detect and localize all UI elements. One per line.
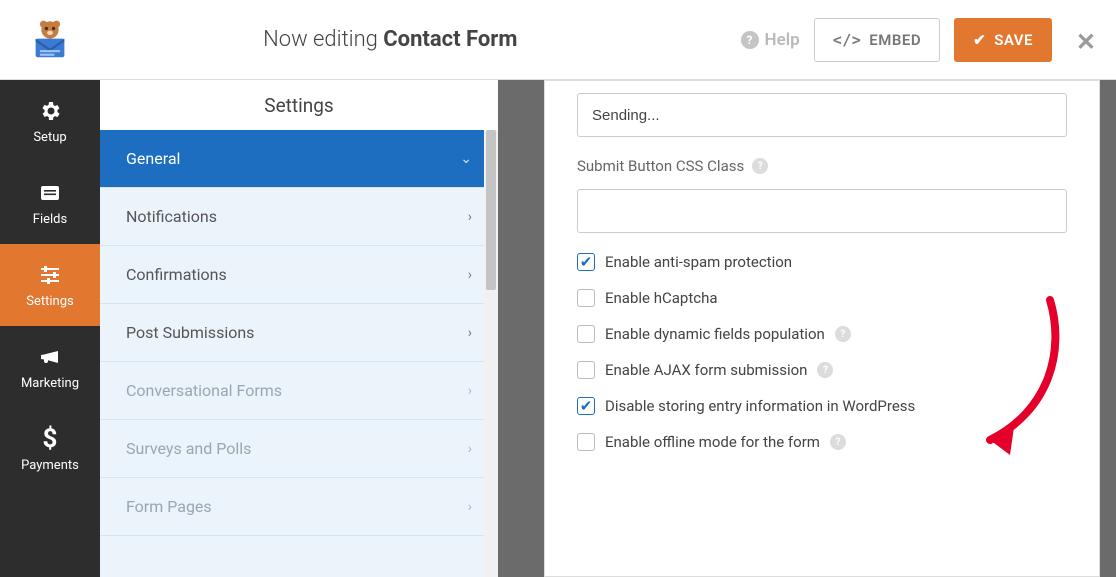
rail-fields-label: Fields bbox=[33, 212, 67, 227]
option-label: Enable AJAX form submission bbox=[605, 361, 807, 379]
option-label: Enable offline mode for the form bbox=[605, 433, 820, 451]
settings-sidebar: Settings General ⌄ Notifications › Confi… bbox=[100, 80, 498, 577]
help-icon: ? bbox=[741, 31, 759, 49]
embed-button-label: EMBED bbox=[869, 31, 921, 49]
rail-settings-label: Settings bbox=[26, 294, 73, 309]
settings-item-surveys-polls[interactable]: Surveys and Polls › bbox=[100, 420, 498, 478]
settings-sidebar-title: Settings bbox=[100, 80, 498, 130]
gear-icon bbox=[37, 98, 63, 124]
help-label: Help bbox=[765, 30, 800, 50]
option-enable-offline[interactable]: Enable offline mode for the form ? bbox=[577, 433, 1067, 451]
settings-item-general[interactable]: General ⌄ bbox=[100, 130, 498, 188]
chevron-down-icon: ⌄ bbox=[460, 151, 472, 167]
checkbox-icon[interactable]: ✔ bbox=[577, 397, 595, 415]
checkbox-icon[interactable] bbox=[577, 361, 595, 379]
list-icon bbox=[37, 180, 63, 206]
submit-css-class-label-row: Submit Button CSS Class ? bbox=[577, 157, 1067, 175]
option-label: Enable hCaptcha bbox=[605, 289, 718, 307]
now-editing-prefix: Now editing bbox=[263, 27, 378, 52]
dollar-icon: $ bbox=[37, 426, 63, 452]
option-enable-ajax[interactable]: Enable AJAX form submission ? bbox=[577, 361, 1067, 379]
settings-item-label: Form Pages bbox=[126, 497, 212, 516]
rail-marketing[interactable]: Marketing bbox=[0, 326, 100, 408]
chevron-right-icon: › bbox=[468, 325, 472, 341]
chevron-right-icon: › bbox=[468, 441, 472, 457]
option-disable-entry-storage[interactable]: ✔ Disable storing entry information in W… bbox=[577, 397, 1067, 415]
close-icon[interactable]: ✕ bbox=[1076, 28, 1096, 56]
settings-item-confirmations[interactable]: Confirmations › bbox=[100, 246, 498, 304]
help-link[interactable]: ? Help bbox=[741, 30, 800, 50]
save-button-label: SAVE bbox=[994, 31, 1033, 49]
rail-payments[interactable]: $ Payments bbox=[0, 408, 100, 490]
chevron-right-icon: › bbox=[468, 267, 472, 283]
settings-item-notifications[interactable]: Notifications › bbox=[100, 188, 498, 246]
checkbox-icon[interactable] bbox=[577, 433, 595, 451]
panel-gutter bbox=[498, 80, 544, 577]
chevron-right-icon: › bbox=[468, 383, 472, 399]
chevron-right-icon: › bbox=[468, 209, 472, 225]
option-enable-dynamic-population[interactable]: Enable dynamic fields population ? bbox=[577, 325, 1067, 343]
topbar-actions: ? Help </> EMBED ✔ SAVE bbox=[741, 18, 1116, 62]
rail-payments-label: Payments bbox=[21, 458, 79, 473]
settings-item-label: General bbox=[126, 149, 180, 168]
bullhorn-icon bbox=[37, 344, 63, 370]
option-label: Enable dynamic fields population bbox=[605, 325, 825, 343]
rail-fields[interactable]: Fields bbox=[0, 162, 100, 244]
rail-settings[interactable]: Settings bbox=[0, 244, 100, 326]
embed-button[interactable]: </> EMBED bbox=[814, 18, 940, 62]
rail-marketing-label: Marketing bbox=[21, 376, 79, 391]
option-label: Enable anti-spam protection bbox=[605, 253, 792, 271]
help-hint-icon[interactable]: ? bbox=[752, 158, 768, 174]
settings-sidebar-list: General ⌄ Notifications › Confirmations … bbox=[100, 130, 498, 577]
checkbox-icon[interactable] bbox=[577, 289, 595, 307]
settings-item-post-submissions[interactable]: Post Submissions › bbox=[100, 304, 498, 362]
topbar: Now editing Contact Form ? Help </> EMBE… bbox=[0, 0, 1116, 80]
submit-css-class-label: Submit Button CSS Class bbox=[577, 157, 744, 175]
check-icon: ✔ bbox=[973, 31, 986, 49]
general-settings-panel: Submit Button CSS Class ? ✔ Enable anti-… bbox=[544, 80, 1100, 577]
settings-item-conversational-forms[interactable]: Conversational Forms › bbox=[100, 362, 498, 420]
help-hint-icon[interactable]: ? bbox=[835, 326, 851, 342]
option-enable-hcaptcha[interactable]: Enable hCaptcha bbox=[577, 289, 1067, 307]
settings-item-form-pages[interactable]: Form Pages › bbox=[100, 478, 498, 536]
sliders-icon bbox=[37, 262, 63, 288]
settings-item-label: Post Submissions bbox=[126, 323, 254, 342]
code-icon: </> bbox=[833, 31, 862, 49]
rail-setup[interactable]: Setup bbox=[0, 80, 100, 162]
chevron-right-icon: › bbox=[468, 499, 472, 515]
settings-item-label: Confirmations bbox=[126, 265, 227, 284]
submit-css-class-input[interactable] bbox=[577, 189, 1067, 233]
option-enable-antispam[interactable]: ✔ Enable anti-spam protection bbox=[577, 253, 1067, 271]
settings-sidebar-scrollbar[interactable] bbox=[484, 130, 498, 577]
settings-item-label: Notifications bbox=[126, 207, 217, 226]
checkbox-icon[interactable] bbox=[577, 325, 595, 343]
builder-body: Setup Fields Settings Marketing $ Paymen… bbox=[0, 80, 1116, 577]
now-editing-formname: Contact Form bbox=[383, 27, 517, 52]
settings-item-label: Conversational Forms bbox=[126, 381, 282, 400]
submit-processing-text-input[interactable] bbox=[577, 93, 1067, 137]
rail-setup-label: Setup bbox=[33, 130, 66, 145]
help-hint-icon[interactable]: ? bbox=[830, 434, 846, 450]
wpforms-logo[interactable] bbox=[0, 0, 100, 79]
help-hint-icon[interactable]: ? bbox=[817, 362, 833, 378]
general-options: ✔ Enable anti-spam protection Enable hCa… bbox=[577, 253, 1067, 451]
scrollbar-thumb[interactable] bbox=[486, 130, 496, 290]
now-editing-title: Now editing Contact Form bbox=[100, 27, 741, 52]
logo-icon bbox=[27, 17, 73, 63]
save-button[interactable]: ✔ SAVE bbox=[954, 18, 1052, 62]
settings-item-label: Surveys and Polls bbox=[126, 439, 251, 458]
settings-panel-wrap: Submit Button CSS Class ? ✔ Enable anti-… bbox=[544, 80, 1116, 577]
checkbox-icon[interactable]: ✔ bbox=[577, 253, 595, 271]
option-label: Disable storing entry information in Wor… bbox=[605, 397, 915, 415]
left-rail: Setup Fields Settings Marketing $ Paymen… bbox=[0, 80, 100, 577]
